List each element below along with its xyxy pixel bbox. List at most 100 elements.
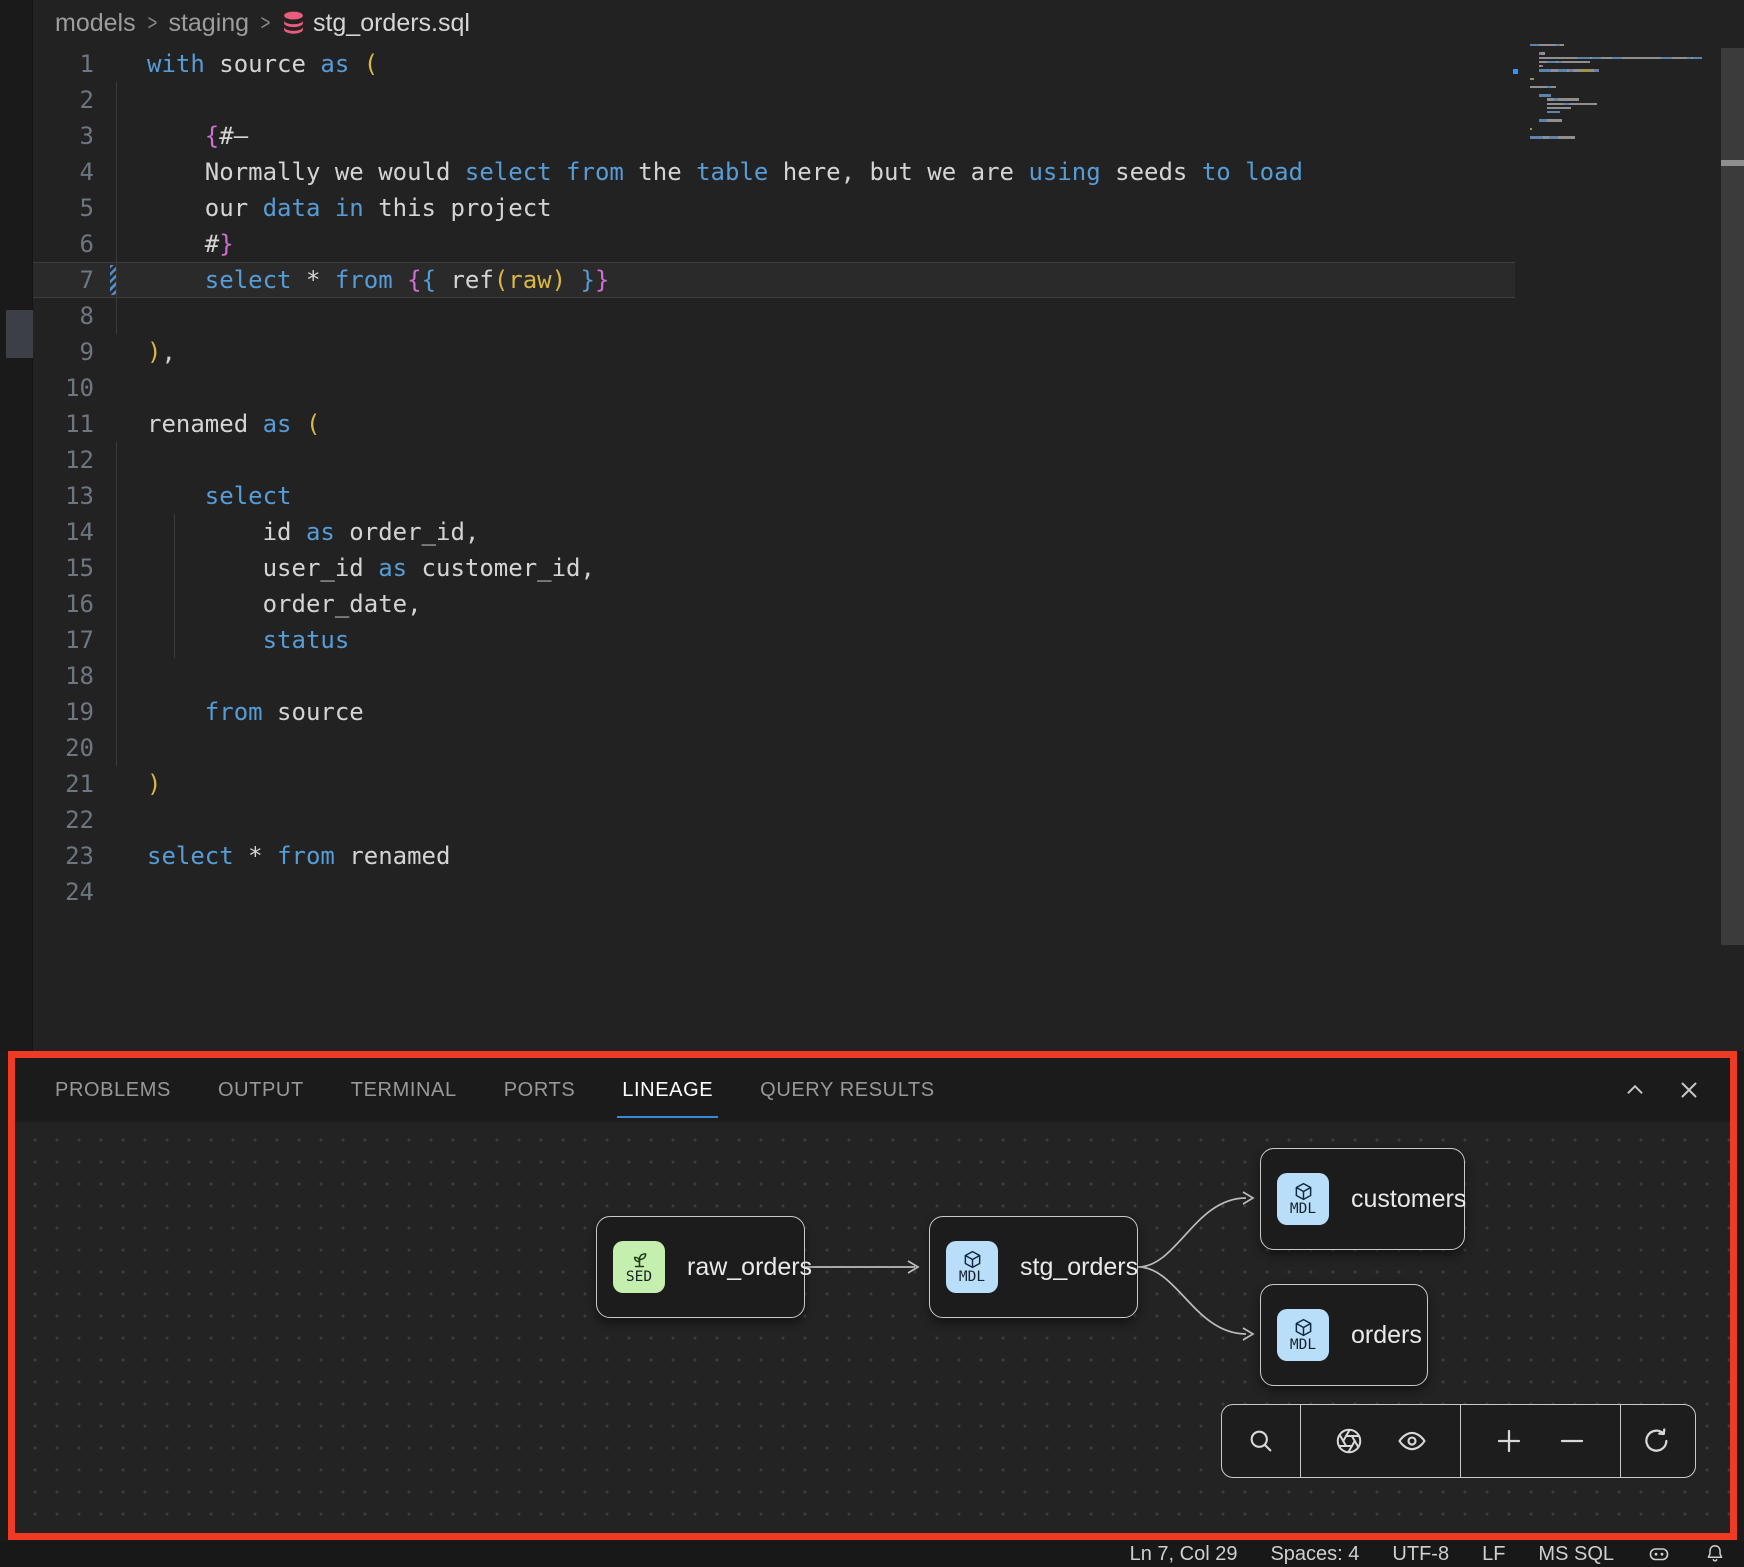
- lineage-node-raw_orders[interactable]: SEDraw_orders: [596, 1216, 805, 1318]
- activity-strip: [0, 0, 33, 1051]
- code-line-21[interactable]: 21): [33, 766, 1515, 802]
- lineage-node-orders[interactable]: MDLorders: [1260, 1284, 1428, 1386]
- code-line-16[interactable]: 16 order_date,: [33, 586, 1515, 622]
- bell-icon[interactable]: [1704, 1543, 1726, 1565]
- code-line-18[interactable]: 18: [33, 658, 1515, 694]
- panel-tab-lineage[interactable]: LINEAGE: [622, 1058, 713, 1122]
- search-icon[interactable]: [1247, 1427, 1275, 1455]
- gutter-spacer: [110, 552, 120, 584]
- code-text: from source: [120, 698, 364, 726]
- panel-tab-output[interactable]: OUTPUT: [218, 1058, 304, 1122]
- code-line-3[interactable]: 3 {#–: [33, 118, 1515, 154]
- line-number: 1: [33, 50, 110, 78]
- line-number: 13: [33, 482, 110, 510]
- panel-tab-terminal[interactable]: TERMINAL: [351, 1058, 457, 1122]
- gutter-spacer: [110, 84, 120, 116]
- code-line-5[interactable]: 5 our data in this project: [33, 190, 1515, 226]
- line-number: 12: [33, 446, 110, 474]
- breadcrumb: models > staging > stg_orders.sql: [33, 0, 470, 46]
- code-line-8[interactable]: 8: [33, 298, 1515, 334]
- git-modified-marker: [110, 264, 120, 296]
- seed-sprout-icon: [629, 1249, 650, 1270]
- gutter-spacer: [110, 588, 120, 620]
- breadcrumb-file[interactable]: stg_orders.sql: [282, 9, 470, 38]
- code-line-19[interactable]: 19 from source: [33, 694, 1515, 730]
- code-line-24[interactable]: 24: [33, 874, 1515, 910]
- scrollbar-track[interactable]: [1721, 48, 1744, 945]
- panel-tab-ports[interactable]: PORTS: [504, 1058, 576, 1122]
- lineage-node-customers[interactable]: MDLcustomers: [1260, 1148, 1465, 1250]
- code-line-14[interactable]: 14 id as order_id,: [33, 514, 1515, 550]
- code-line-9[interactable]: 9),: [33, 334, 1515, 370]
- status-item-utf-8[interactable]: UTF-8: [1392, 1543, 1449, 1566]
- panel-tab-query-results[interactable]: QUERY RESULTS: [760, 1058, 935, 1122]
- copilot-icon[interactable]: [1647, 1542, 1671, 1566]
- chevron-up-icon[interactable]: [1622, 1077, 1648, 1103]
- badge-label: MDL: [959, 1269, 985, 1285]
- code-line-4[interactable]: 4 Normally we would select from the tabl…: [33, 154, 1515, 190]
- code-line-22[interactable]: 22: [33, 802, 1515, 838]
- code-line-13[interactable]: 13 select: [33, 478, 1515, 514]
- activity-indicator: [6, 310, 33, 358]
- line-number: 7: [33, 266, 110, 294]
- code-line-6[interactable]: 6 #}: [33, 226, 1515, 262]
- edge-stg-orders-customers: [1138, 1198, 1246, 1267]
- code-line-2[interactable]: 2: [33, 82, 1515, 118]
- breadcrumb-filename: stg_orders.sql: [313, 9, 470, 38]
- status-item-lf[interactable]: LF: [1482, 1543, 1505, 1566]
- breadcrumb-segment-models[interactable]: models: [55, 9, 136, 38]
- code-line-10[interactable]: 10: [33, 370, 1515, 406]
- edge-stg-orders-orders: [1138, 1267, 1246, 1334]
- code-text: user_id as customer_id,: [120, 554, 595, 582]
- code-line-12[interactable]: 12: [33, 442, 1515, 478]
- line-number: 16: [33, 590, 110, 618]
- gutter-spacer: [110, 696, 120, 728]
- status-item-ln-7-col-29[interactable]: Ln 7, Col 29: [1130, 1543, 1238, 1566]
- lineage-node-stg_orders[interactable]: MDLstg_orders: [929, 1216, 1138, 1318]
- line-number: 11: [33, 410, 110, 438]
- gutter-spacer: [110, 768, 120, 800]
- code-text: select: [120, 482, 292, 510]
- code-line-7[interactable]: 7 select * from {{ ref(raw) }}: [33, 262, 1515, 298]
- gutter-spacer: [110, 156, 120, 188]
- breadcrumb-segment-staging[interactable]: staging: [168, 9, 249, 38]
- line-number: 21: [33, 770, 110, 798]
- code-text: renamed as (: [120, 410, 320, 438]
- model-cube-icon: [962, 1249, 983, 1270]
- gutter-spacer: [110, 732, 120, 764]
- code-text: {#–: [120, 122, 248, 150]
- gutter-spacer: [110, 660, 120, 692]
- editor-area[interactable]: models > staging > stg_orders.sql 1with …: [0, 0, 1744, 1051]
- refresh-icon[interactable]: [1642, 1426, 1672, 1456]
- code-line-15[interactable]: 15 user_id as customer_id,: [33, 550, 1515, 586]
- eye-icon[interactable]: [1397, 1426, 1427, 1456]
- indent-guide: [116, 442, 117, 766]
- code-line-1[interactable]: 1with source as (: [33, 46, 1515, 82]
- zoom-in-icon[interactable]: [1494, 1426, 1524, 1456]
- code-line-20[interactable]: 20: [33, 730, 1515, 766]
- code-line-17[interactable]: 17 status: [33, 622, 1515, 658]
- status-item-spaces-4[interactable]: Spaces: 4: [1270, 1543, 1359, 1566]
- line-number: 22: [33, 806, 110, 834]
- minimap-line: [1530, 140, 1710, 144]
- close-icon[interactable]: [1676, 1077, 1702, 1103]
- code-editor[interactable]: 1with source as (23 {#–4 Normally we wou…: [33, 46, 1515, 910]
- lineage-canvas[interactable]: SEDraw_ordersMDLstg_ordersMDLcustomersMD…: [15, 1122, 1731, 1533]
- gutter-spacer: [110, 228, 120, 260]
- minimap[interactable]: [1530, 44, 1710, 145]
- status-bar: Ln 7, Col 29 Spaces: 4 UTF-8 LF MS SQL: [0, 1541, 1744, 1567]
- model-cube-icon: [1293, 1181, 1314, 1202]
- code-text: select * from {{ ref(raw) }}: [120, 266, 609, 294]
- chevron-right-icon: >: [147, 10, 157, 36]
- gutter-spacer: [110, 408, 120, 440]
- status-item-ms-sql[interactable]: MS SQL: [1538, 1543, 1614, 1566]
- panel-tab-problems[interactable]: PROBLEMS: [55, 1058, 171, 1122]
- badge-label: MDL: [1290, 1337, 1316, 1353]
- gutter-spacer: [110, 516, 120, 548]
- line-number: 20: [33, 734, 110, 762]
- code-line-23[interactable]: 23select * from renamed: [33, 838, 1515, 874]
- aperture-icon[interactable]: [1334, 1426, 1364, 1456]
- code-line-11[interactable]: 11 renamed as (: [33, 406, 1515, 442]
- node-label: customers: [1351, 1185, 1466, 1214]
- zoom-out-icon[interactable]: [1557, 1426, 1587, 1456]
